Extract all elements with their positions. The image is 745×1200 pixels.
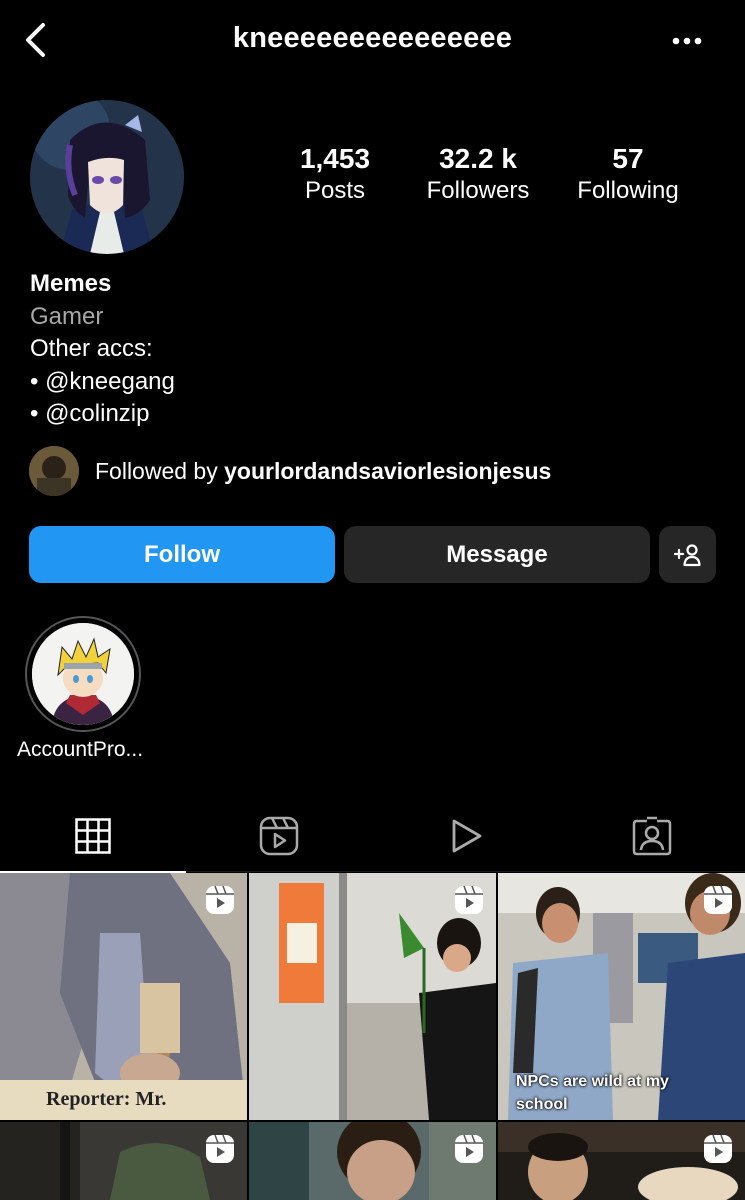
suggested-people-button[interactable] (659, 526, 716, 583)
followed-by-text: Followed by yourlordandsaviorlesionjesus (95, 458, 551, 485)
following-count: 57 (612, 143, 644, 174)
tab-tagged[interactable] (559, 800, 745, 872)
profile-avatar[interactable] (30, 100, 184, 254)
post-thumbnail[interactable] (249, 1122, 496, 1200)
post-thumbnail[interactable]: NPCs are wild at my school (498, 873, 745, 1120)
tab-videos[interactable] (373, 800, 559, 872)
reels-icon (260, 816, 299, 856)
add-person-icon (673, 543, 701, 566)
following-stat[interactable]: 57 Following (556, 142, 700, 206)
grid-icon (75, 818, 111, 854)
post-thumbnail[interactable]: Reporter: Mr. (0, 873, 247, 1120)
post-thumbnail[interactable] (498, 1122, 745, 1200)
follow-button[interactable]: Follow (29, 526, 335, 583)
post-caption: Reporter: Mr. (0, 1080, 247, 1120)
profile-bio: Memes Gamer Other accs: • @kneegang • @c… (30, 268, 175, 431)
reels-icon (704, 885, 732, 914)
followed-by-user[interactable]: yourlordandsaviorlesionjesus (224, 458, 551, 484)
highlight-cover (32, 623, 134, 725)
follower-avatar (29, 446, 79, 496)
reels-icon (455, 1134, 483, 1163)
followers-count: 32.2 k (439, 143, 517, 174)
tab-posts-grid[interactable] (0, 800, 187, 873)
story-highlight[interactable]: AccountPro... (17, 616, 143, 761)
followers-label: Followers (426, 177, 530, 204)
posts-label: Posts (304, 177, 366, 204)
posts-stat[interactable]: 1,453 Posts (270, 142, 400, 206)
more-horizontal-icon (672, 37, 702, 45)
highlight-label: AccountPro... (17, 738, 144, 761)
bio-link-kneegang[interactable]: • @kneegang (30, 366, 175, 399)
play-icon (452, 819, 482, 853)
highlight-ring (25, 616, 141, 732)
tab-reels[interactable] (186, 800, 372, 872)
top-bar: kneeeeeeeeeeeeeee (0, 0, 745, 82)
profile-stats: 1,453 Posts 32.2 k Followers 57 Followin… (270, 142, 700, 206)
following-label: Following (577, 177, 679, 204)
reels-icon (704, 1134, 732, 1163)
posts-count: 1,453 (299, 143, 371, 174)
post-thumbnail[interactable] (0, 1122, 247, 1200)
bio-link-colinzip[interactable]: • @colinzip (30, 398, 175, 431)
profile-username: kneeeeeeeeeeeeeee (232, 22, 513, 54)
reels-icon (206, 1134, 234, 1163)
more-options-button[interactable] (669, 26, 705, 56)
tagged-person-icon (632, 816, 672, 856)
followers-stat[interactable]: 32.2 k Followers (400, 142, 556, 206)
profile-tabs (0, 800, 745, 873)
message-button[interactable]: Message (344, 526, 650, 583)
post-thumbnail[interactable] (249, 873, 496, 1120)
bio-line-other-accs: Other accs: (30, 335, 153, 362)
reels-icon (455, 885, 483, 914)
followed-by-prefix: Followed by (95, 457, 225, 484)
reels-icon (206, 885, 234, 914)
followed-by-row[interactable]: Followed by yourlordandsaviorlesionjesus (29, 446, 551, 496)
post-caption: NPCs are wild at my school (516, 1073, 669, 1113)
profile-display-name: Memes (30, 270, 112, 297)
profile-category: Gamer (30, 302, 104, 330)
